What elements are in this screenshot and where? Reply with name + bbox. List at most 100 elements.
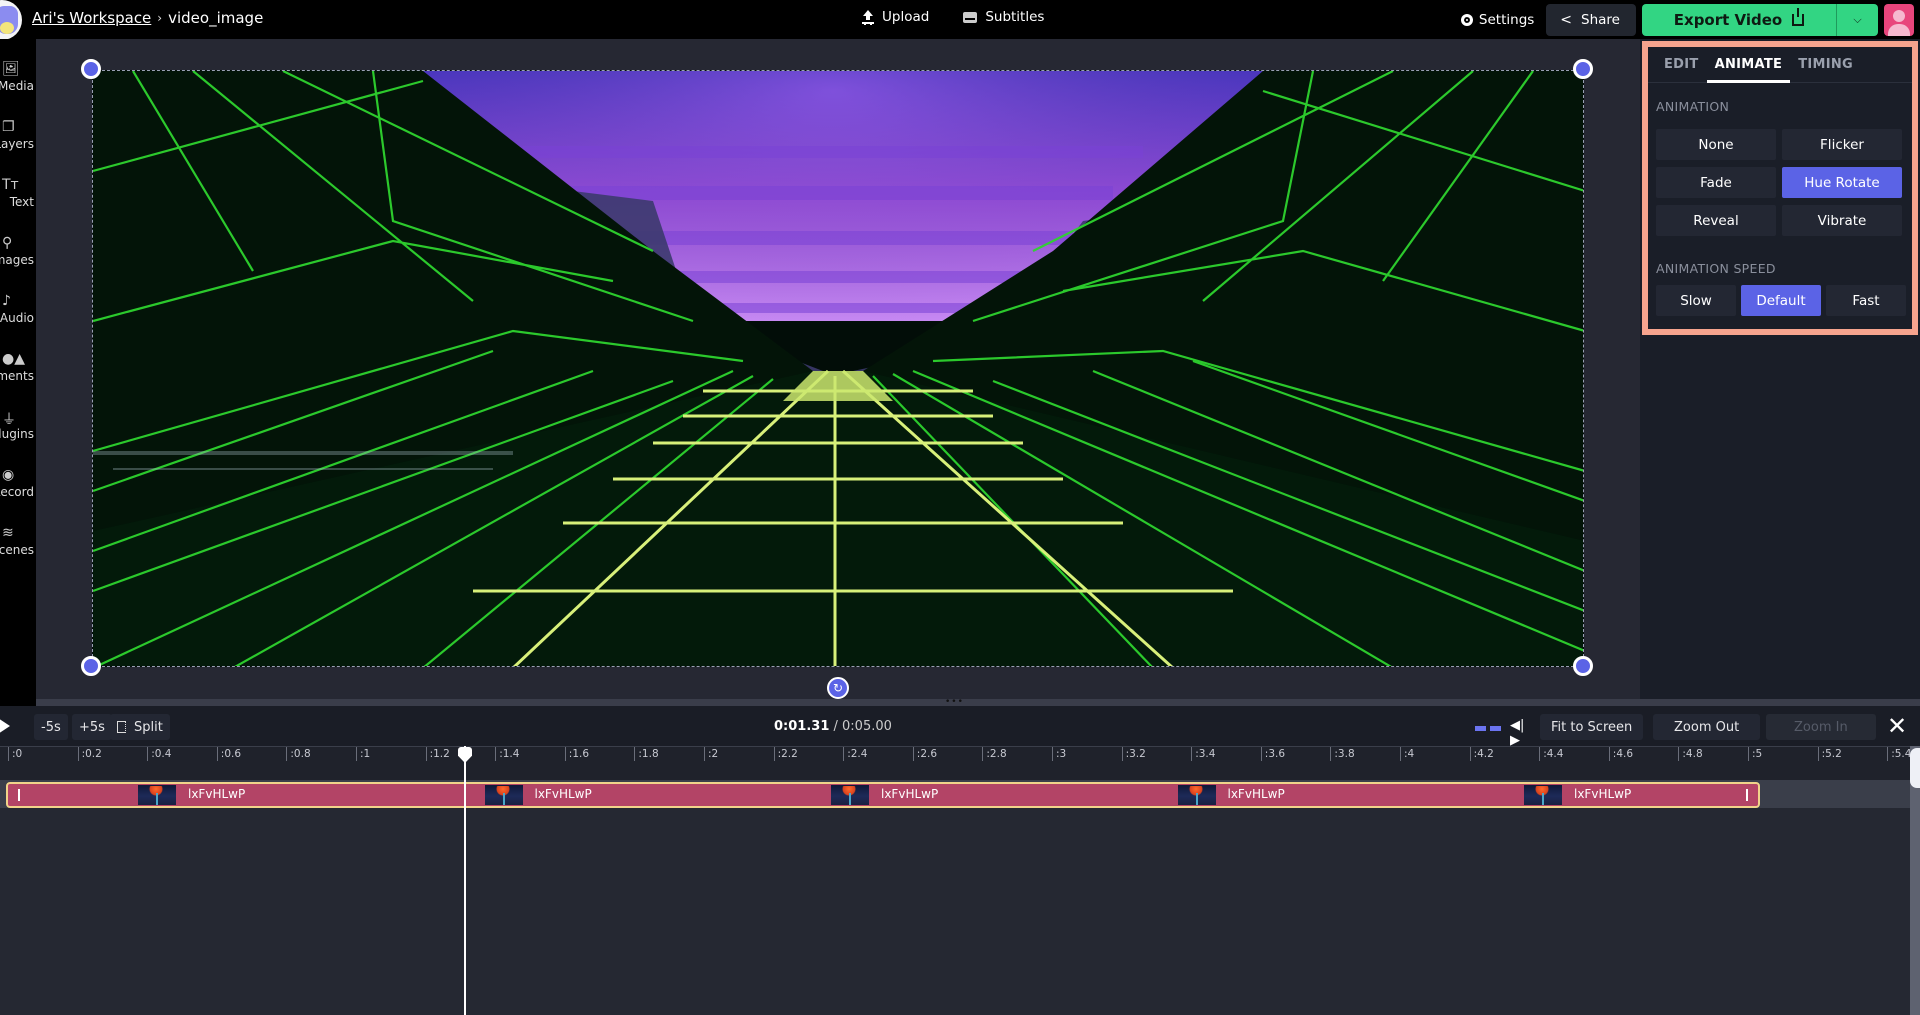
zoom-out-button[interactable]: Zoom Out <box>1653 714 1761 740</box>
clip-label: lxFvHLwP <box>1574 787 1632 801</box>
ruler-tick: :2.2 <box>773 747 798 761</box>
upload-button[interactable]: Upload <box>862 9 929 25</box>
sidebar-item-layers[interactable]: ❐ Layers <box>0 115 36 165</box>
clip-thumbnail <box>831 785 869 805</box>
playhead-line <box>464 746 466 1015</box>
ruler-tick: :4.2 <box>1469 747 1494 761</box>
skip-back-5s-button[interactable]: -5s <box>34 714 68 740</box>
sidebar-item-label: Layers <box>0 137 34 151</box>
synthwave-scene-image <box>93 71 1583 666</box>
sidebar-item-plugins[interactable]: ⏚Plugins <box>0 405 36 455</box>
record-icon: ◉ <box>2 467 15 483</box>
clip-trim-end-handle[interactable] <box>1746 789 1748 801</box>
clip-trim-start-handle[interactable] <box>18 789 20 801</box>
resize-handle-bottom-right[interactable] <box>1573 656 1593 676</box>
ruler-tick: :3.2 <box>1121 747 1146 761</box>
ruler-tick: :0 <box>8 747 22 761</box>
sidebar-item-label: Elements <box>0 369 34 383</box>
animation-option-vibrate[interactable]: Vibrate <box>1782 205 1902 236</box>
close-timeline-icon[interactable]: ✕ <box>1887 712 1907 740</box>
sidebar-item-images[interactable]: ⚲ Images <box>0 231 36 281</box>
video-clip[interactable]: lxFvHLwP lxFvHLwP lxFvHLwP lxFvHLwP lxFvHLwP <box>6 782 1760 808</box>
clip-label: lxFvHLwP <box>1227 787 1285 801</box>
top-bar: Ari's Workspace › video_image Upload Sub… <box>0 0 1920 40</box>
left-sidebar: 🖼 Media ❐ Layers Tт Text ⚲ Images ♪ Audio ●▲ Elemen… <box>0 39 36 699</box>
split-button[interactable]: Split <box>110 714 170 740</box>
chevron-right-icon: › <box>157 11 163 25</box>
sidebar-item-record[interactable]: ◉ Record <box>0 463 36 513</box>
animation-speed-label: ANIMATION SPEED <box>1656 261 1776 276</box>
subtitles-icon <box>963 11 978 23</box>
ruler-tick: :0.8 <box>286 747 311 761</box>
timecode: 0:01.31 / 0:05.00 <box>774 719 892 734</box>
sidebar-item-label: Scenes <box>0 543 34 557</box>
snap-icon[interactable] <box>1475 726 1501 731</box>
tab-animate[interactable]: ANIMATE <box>1706 47 1791 83</box>
fit-to-screen-button[interactable]: Fit to Screen <box>1540 714 1644 740</box>
sidebar-item-elements[interactable]: ●▲ Elements <box>0 347 36 397</box>
time-separator: / <box>829 719 843 734</box>
ruler-tick: :1.4 <box>495 747 519 761</box>
animation-option-none[interactable]: None <box>1656 129 1776 160</box>
zoom-in-button[interactable]: Zoom In <box>1766 714 1876 740</box>
animation-option-fade[interactable]: Fade <box>1656 167 1776 198</box>
resize-handle-bottom-left[interactable] <box>81 656 101 676</box>
share-button[interactable]: < Share <box>1546 3 1636 36</box>
animation-option-reveal[interactable]: Reveal <box>1656 205 1776 236</box>
panel-tabs: EDIT ANIMATE TIMING <box>1648 47 1912 83</box>
sidebar-item-text[interactable]: Tт Text <box>0 173 36 223</box>
drag-dots-icon: ••• <box>945 697 964 707</box>
user-avatar[interactable] <box>1884 3 1914 36</box>
mirror-icon[interactable]: ◀|▶ <box>1510 718 1532 748</box>
ruler-tick: :0.2 <box>77 747 102 761</box>
sidebar-item-audio[interactable]: ♪ Audio <box>0 289 36 339</box>
chevron-down-icon: ⌵ <box>1853 12 1862 26</box>
timeline-scrollbar-thumb[interactable] <box>1910 748 1920 788</box>
share-icon: < <box>1560 11 1573 28</box>
settings-label: Settings <box>1478 11 1535 28</box>
settings-button[interactable]: Settings <box>1460 11 1535 28</box>
clip-thumbnail <box>1177 785 1216 805</box>
speed-option-slow[interactable]: Slow <box>1656 285 1736 316</box>
skip-forward-5s-button[interactable]: +5s <box>72 714 112 740</box>
music-note-icon: ♪ <box>2 293 11 309</box>
stack-icon: ≋ <box>2 525 14 541</box>
workspace-link[interactable]: Ari's Workspace <box>32 9 151 27</box>
timeline-resize-handle[interactable]: ••• <box>36 697 1920 707</box>
canvas-stage: ↻ <box>36 39 1640 699</box>
ruler-tick: :4.4 <box>1539 747 1563 761</box>
subtitles-button[interactable]: Subtitles <box>963 9 1044 25</box>
sidebar-item-media[interactable]: 🖼 Media <box>0 57 36 107</box>
animate-section: EDIT ANIMATE TIMING ANIMATION None Flicker F… <box>1642 41 1918 335</box>
project-title[interactable]: video_image <box>168 9 263 27</box>
ruler-tick: :5.4 <box>1887 747 1911 761</box>
rotate-handle[interactable]: ↻ <box>827 677 849 699</box>
split-label: Split <box>134 719 163 735</box>
layers-icon: ❐ <box>2 119 15 135</box>
resize-handle-top-right[interactable] <box>1573 59 1593 79</box>
tab-edit[interactable]: EDIT <box>1656 47 1707 83</box>
export-options-dropdown[interactable]: ⌵ <box>1836 3 1878 36</box>
image-icon: 🖼 <box>2 61 20 77</box>
speed-option-fast[interactable]: Fast <box>1826 285 1906 316</box>
export-share-icon <box>1792 7 1805 26</box>
resize-handle-top-left[interactable] <box>81 59 101 79</box>
sidebar-item-scenes[interactable]: ≋ Scenes <box>0 521 36 571</box>
timeline-toolbar: -5s +5s Split 0:01.31 / 0:05.00 ◀|▶ Fit … <box>0 706 1920 748</box>
speed-option-default[interactable]: Default <box>1741 285 1821 316</box>
clip-thumbnail <box>1524 785 1562 805</box>
sidebar-item-label: Images <box>0 253 34 267</box>
animation-option-flicker[interactable]: Flicker <box>1782 129 1902 160</box>
export-video-button[interactable]: Export Video <box>1642 3 1836 36</box>
ruler-tick: :1.2 <box>425 747 450 761</box>
tab-timing[interactable]: TIMING <box>1790 47 1861 83</box>
play-button[interactable] <box>0 718 10 734</box>
video-image-layer[interactable] <box>92 70 1584 667</box>
animation-option-hue-rotate[interactable]: Hue Rotate <box>1782 167 1902 198</box>
clip-thumbnail <box>138 785 176 805</box>
ruler-tick: :2.6 <box>912 747 937 761</box>
sidebar-item-label: Audio <box>0 311 34 325</box>
timeline-ruler[interactable]: :0:0.2:0.4:0.6:0.8:1:1.2:1.4:1.6:1.8:2:2… <box>0 746 1920 780</box>
text-icon: Tт <box>2 177 19 193</box>
workspace-logo[interactable] <box>0 0 22 40</box>
